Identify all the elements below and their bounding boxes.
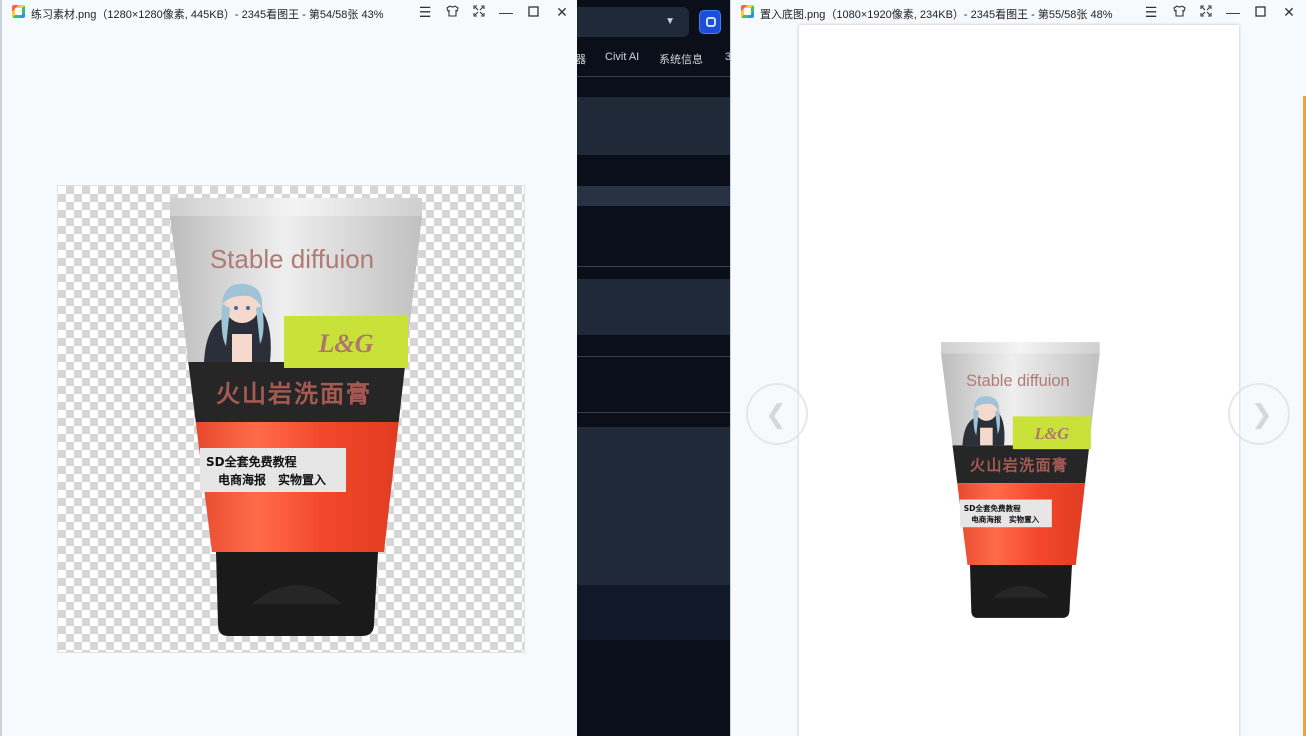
product-name-text: 火山岩洗面膏 [216,380,372,408]
menu-icon[interactable]: ☰ [415,3,435,21]
chevron-right-icon: ❯ [1251,399,1273,429]
close-icon[interactable]: ✕ [1279,3,1299,21]
shirt-icon[interactable] [1169,3,1189,21]
title-bar: 置入底图.png（1080×1920像素, 234KB）- 2345看图王 - … [731,0,1306,24]
sticker-line2: 电商海报 实物置入 [218,472,326,487]
refresh-button[interactable] [699,10,721,34]
brand-text: Stable diffuion [210,244,374,274]
panel-footer [577,585,730,640]
product-image-placed: Stable diffuion L&G 火山岩洗面膏 SD全套免费教程 电商海报… [941,342,1100,618]
app-logo-icon [12,5,25,18]
maximize-icon[interactable] [1250,3,1270,21]
badge-text: L&G [1034,424,1070,443]
image-viewer-window-left: 练习素材.png（1280×1280像素, 445KB）- 2345看图王 - … [0,0,577,736]
minimize-icon[interactable]: — [496,3,516,21]
chevron-left-icon: ❮ [765,399,787,429]
maximize-icon[interactable] [523,3,543,21]
panel-strip [577,186,730,206]
close-icon[interactable]: ✕ [552,3,572,21]
tab-partial[interactable]: 器 [577,51,586,67]
shirt-icon[interactable] [442,3,462,21]
background-web-app: ▼ 器 Civit AI 系统信息 3 [577,0,730,736]
window-title: 练习素材.png（1280×1280像素, 445KB）- 2345看图王 - … [31,9,384,21]
brand-text: Stable diffuion [966,372,1069,390]
tab-system-info[interactable]: 系统信息 [659,51,703,67]
refresh-icon [706,17,716,27]
model-dropdown[interactable]: ▼ [577,7,689,37]
window-title: 置入底图.png（1080×1920像素, 234KB）- 2345看图王 - … [760,9,1113,21]
menu-icon[interactable]: ☰ [1141,3,1161,21]
sticker-line1: SD全套免费教程 [206,454,297,469]
panel-large [577,427,730,585]
tube-crimp [170,198,422,218]
caret-down-icon: ▼ [665,16,675,27]
product-image: Stable diffuion L&G 火山岩洗面膏 SD全套免费教程 电商海报… [170,198,422,636]
tab-civit-ai[interactable]: Civit AI [605,51,639,63]
app-logo-icon [741,5,754,18]
badge-text: L&G [318,329,374,358]
panel-block [577,279,730,335]
title-bar: 练习素材.png（1280×1280像素, 445KB）- 2345看图王 - … [2,0,577,24]
prev-image-button[interactable]: ❮ [746,383,808,445]
product-name-text: 火山岩洗面膏 [970,457,1068,475]
image-viewer-window-right: 置入底图.png（1080×1920像素, 234KB）- 2345看图王 - … [730,0,1306,736]
fullscreen-icon[interactable] [469,3,489,21]
panel-block [577,97,730,155]
sticker-line1: SD全套免费教程 [964,503,1021,513]
fullscreen-icon[interactable] [1196,3,1216,21]
sticker-line2: 电商海报 实物置入 [971,514,1039,524]
next-image-button[interactable]: ❯ [1228,383,1290,445]
minimize-icon[interactable]: — [1223,3,1243,21]
